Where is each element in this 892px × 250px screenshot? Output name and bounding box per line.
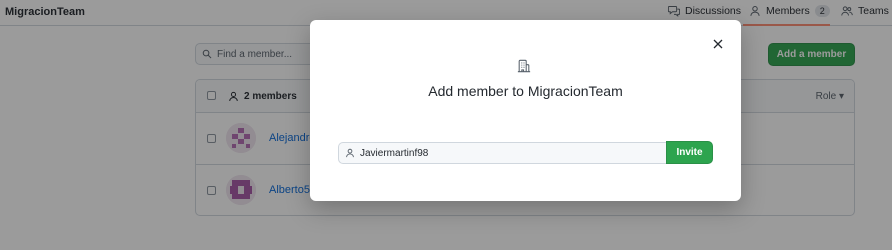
invite-button[interactable]: Invite xyxy=(666,141,713,164)
add-member-dialog: Add member to MigracionTeam Javiermartin… xyxy=(310,20,741,201)
invite-input-value: Javiermartinf98 xyxy=(360,147,429,159)
organization-icon xyxy=(517,59,531,73)
dialog-title: Add member to MigracionTeam xyxy=(428,83,623,99)
invite-member-input[interactable]: Javiermartinf98 xyxy=(338,142,666,164)
person-icon xyxy=(346,148,354,158)
close-icon[interactable] xyxy=(713,39,723,49)
